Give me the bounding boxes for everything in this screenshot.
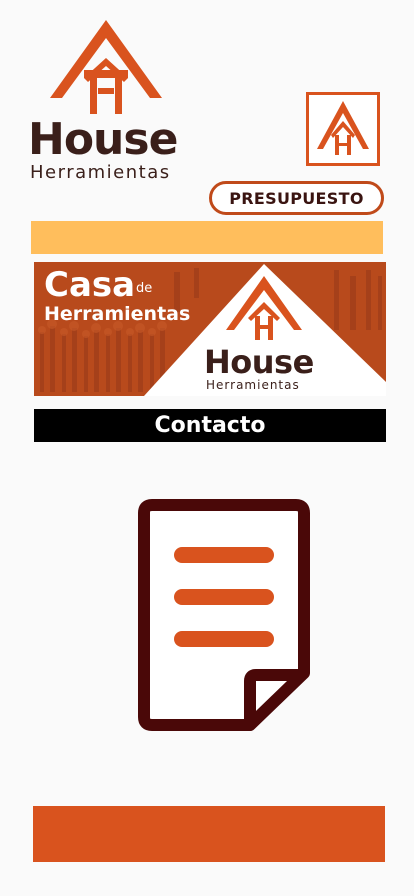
small-logo-button[interactable] <box>306 92 380 166</box>
house-roof-logo-icon <box>50 20 162 114</box>
document-icon-graphic <box>138 499 310 731</box>
house-roof-logo-icon <box>317 101 369 155</box>
brand-sub: Herramientas <box>30 162 171 183</box>
document-icon[interactable] <box>138 497 310 733</box>
banner-de-text: de <box>136 281 153 296</box>
bottom-orange-bar[interactable] <box>33 806 385 862</box>
banner-casa-text: Casa <box>44 265 136 305</box>
banner-brand-sub: Herramientas <box>206 378 300 392</box>
banner-herramientas-text: Herramientas <box>44 303 191 325</box>
main-logo[interactable]: House Herramientas <box>24 18 194 188</box>
yellow-banner-bar <box>31 221 383 254</box>
contacto-link[interactable]: Contacto <box>34 409 386 442</box>
casa-de-herramientas-banner[interactable]: Casa de Herramientas House Herramientas <box>34 262 386 396</box>
brand-name: House <box>28 114 178 165</box>
banner-brand-name: House <box>204 343 314 381</box>
presupuesto-button[interactable]: PRESUPUESTO <box>209 181 384 215</box>
